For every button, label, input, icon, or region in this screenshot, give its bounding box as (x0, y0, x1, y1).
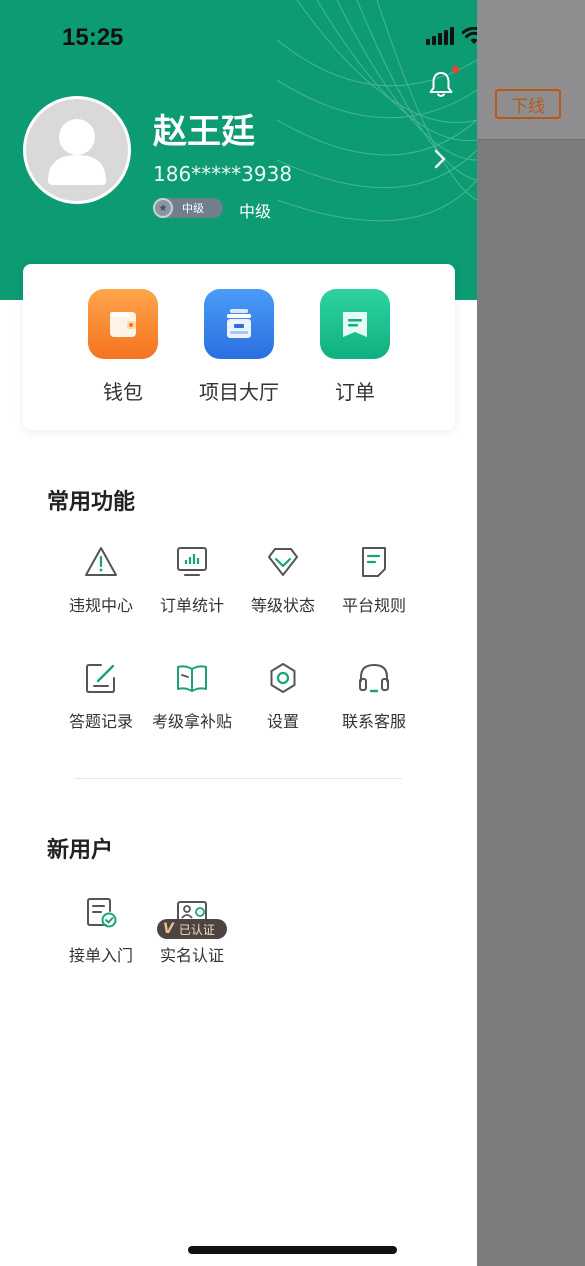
background-app-divider (477, 139, 585, 140)
quick-entry-card: 钱包 项目大厅 订单 (23, 264, 455, 430)
status-time: 15:25 (62, 24, 124, 51)
settings-item[interactable]: 设置 (237, 660, 329, 732)
notification-dot (452, 66, 459, 73)
verified-v-icon: V (163, 921, 174, 937)
statistics-icon (174, 544, 210, 580)
project-hall-icon (204, 289, 274, 359)
avatar[interactable] (23, 96, 131, 204)
settings-label: 设置 (266, 712, 299, 731)
customer-service-label: 联系客服 (341, 712, 406, 731)
level-status-item[interactable]: 等级状态 (237, 544, 329, 616)
warning-icon (83, 544, 119, 580)
wallet-icon (88, 289, 158, 359)
wallet-label: 钱包 (103, 380, 143, 404)
order-icon (320, 289, 390, 359)
new-user-title: 新用户 (47, 838, 114, 863)
cellular-signal-icon (426, 27, 454, 45)
answer-records-label: 答题记录 (68, 712, 133, 731)
edit-icon (83, 660, 119, 696)
wallet-entry[interactable]: 钱包 (65, 289, 181, 405)
user-name: 赵王廷 (153, 112, 255, 152)
order-intro-item[interactable]: 接单入门 (55, 894, 147, 966)
violation-center-item[interactable]: 违规中心 (55, 544, 147, 616)
section-divider (75, 778, 402, 779)
order-label: 订单 (335, 380, 375, 404)
status-icons: 34 (426, 26, 477, 46)
level-text: 中级 (239, 202, 272, 221)
real-name-auth-label: 实名认证 (159, 946, 224, 965)
order-entry[interactable]: 订单 (297, 289, 413, 405)
verified-badge-label: 已认证 (178, 922, 215, 937)
diamond-icon (265, 544, 301, 580)
book-icon (174, 660, 210, 696)
violation-center-label: 违规中心 (68, 596, 133, 615)
level-star-icon: ★ (153, 198, 173, 218)
background-app-header (477, 0, 585, 140)
chevron-right-icon[interactable] (432, 148, 448, 170)
offline-button[interactable]: 下线 (495, 89, 561, 119)
platform-rules-label: 平台规则 (341, 596, 406, 615)
profile-drawer: 15:25 34 赵王廷 186*****3938 ★ 中级 中级 (0, 0, 477, 1266)
level-status-label: 等级状态 (250, 596, 315, 615)
level-badge-label: 中级 (182, 202, 204, 215)
answer-records-item[interactable]: 答题记录 (55, 660, 147, 732)
background-app-overlay[interactable]: 下线 (477, 0, 585, 1266)
document-icon (356, 544, 392, 580)
home-indicator[interactable] (188, 1246, 397, 1254)
project-hall-label: 项目大厅 (199, 380, 279, 404)
headset-icon (356, 660, 392, 696)
order-statistics-label: 订单统计 (159, 596, 224, 615)
exam-subsidy-label: 考级拿补贴 (151, 712, 232, 731)
customer-service-item[interactable]: 联系客服 (328, 660, 420, 732)
order-intro-label: 接单入门 (68, 946, 133, 965)
project-hall-entry[interactable]: 项目大厅 (181, 289, 297, 405)
gear-icon (265, 660, 301, 696)
checklist-icon (83, 894, 119, 930)
wifi-icon (462, 27, 477, 44)
level-badge: ★ 中级 (153, 198, 223, 218)
platform-rules-item[interactable]: 平台规则 (328, 544, 420, 616)
notification-bell-icon[interactable] (428, 70, 454, 98)
default-avatar-icon (48, 119, 106, 185)
user-phone: 186*****3938 (153, 162, 293, 186)
order-statistics-item[interactable]: 订单统计 (146, 544, 238, 616)
verified-badge: V 已认证 (157, 919, 227, 939)
common-functions-title: 常用功能 (47, 490, 136, 515)
exam-subsidy-item[interactable]: 考级拿补贴 (146, 660, 238, 732)
